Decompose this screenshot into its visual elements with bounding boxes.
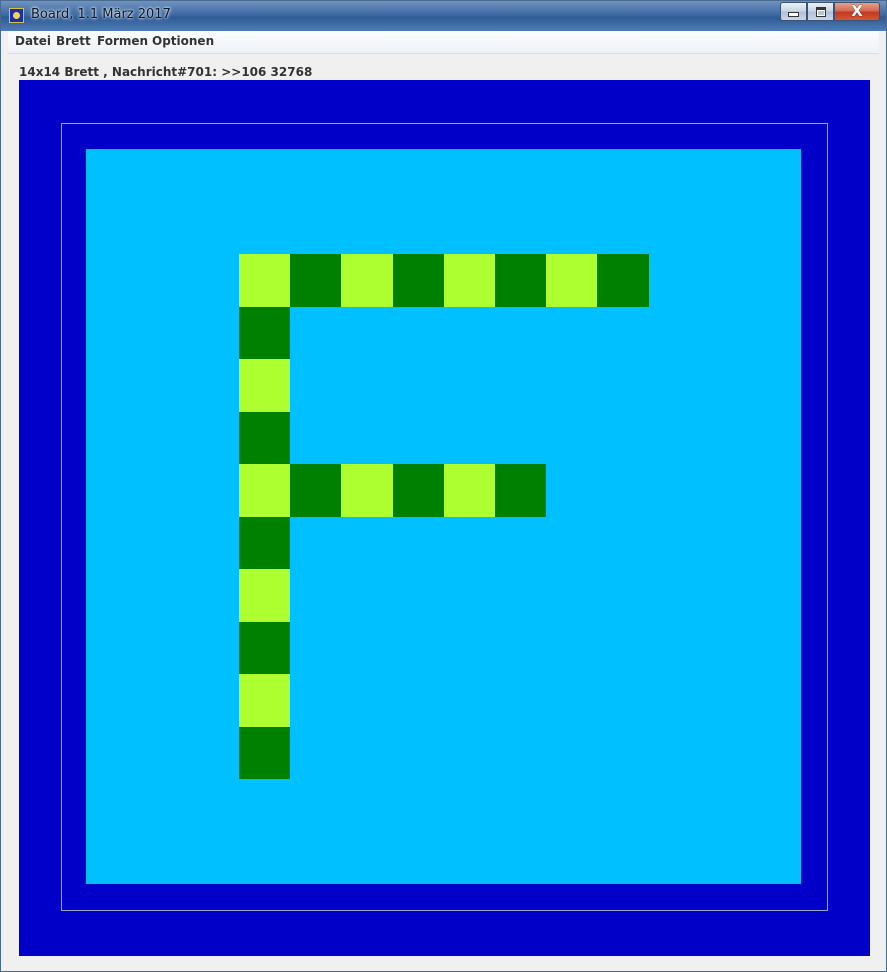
board-cell[interactable] <box>444 254 495 307</box>
close-button[interactable]: X <box>834 2 880 21</box>
board-cell[interactable] <box>239 254 290 307</box>
board-cell[interactable] <box>239 412 290 464</box>
board-cell[interactable] <box>393 254 444 307</box>
board-canvas[interactable] <box>19 80 870 956</box>
board-cell[interactable] <box>393 464 444 517</box>
menu-brett[interactable]: Brett <box>56 34 91 48</box>
board-app-icon[interactable] <box>9 8 24 23</box>
board-cell[interactable] <box>239 674 290 727</box>
window-title: Board, 1.1 März 2017 <box>31 7 171 22</box>
board-cell[interactable] <box>495 464 546 517</box>
maximize-icon <box>815 6 826 17</box>
board-cell[interactable] <box>239 569 290 622</box>
board-cell[interactable] <box>290 254 341 307</box>
title-bar[interactable]: Board, 1.1 März 2017 X <box>1 1 886 31</box>
board-cell[interactable] <box>341 254 393 307</box>
board-cell[interactable] <box>239 359 290 412</box>
close-icon: X <box>851 2 863 20</box>
board-cell[interactable] <box>597 254 649 307</box>
menu-optionen[interactable]: Optionen <box>152 34 214 48</box>
menu-bar: Datei Brett Formen Optionen <box>8 31 879 54</box>
minimize-button[interactable] <box>780 2 807 21</box>
window-controls: X <box>780 2 880 21</box>
board-cell[interactable] <box>239 307 290 359</box>
board-cell[interactable] <box>239 464 290 517</box>
board-field[interactable] <box>86 149 801 884</box>
board-cell[interactable] <box>341 464 393 517</box>
board-cell[interactable] <box>239 622 290 674</box>
board-window: Board, 1.1 März 2017 X Datei Brett Forme… <box>0 0 887 972</box>
maximize-button[interactable] <box>807 2 834 21</box>
board-cell[interactable] <box>239 727 290 779</box>
board-cell[interactable] <box>495 254 546 307</box>
board-cell[interactable] <box>290 464 341 517</box>
board-cell[interactable] <box>546 254 597 307</box>
menu-formen[interactable]: Formen <box>97 34 148 48</box>
board-cell[interactable] <box>239 517 290 569</box>
board-cell[interactable] <box>444 464 495 517</box>
minimize-icon <box>788 12 799 17</box>
menu-datei[interactable]: Datei <box>15 34 51 48</box>
status-message: 14x14 Brett , Nachricht#701: >>106 32768 <box>19 65 313 79</box>
